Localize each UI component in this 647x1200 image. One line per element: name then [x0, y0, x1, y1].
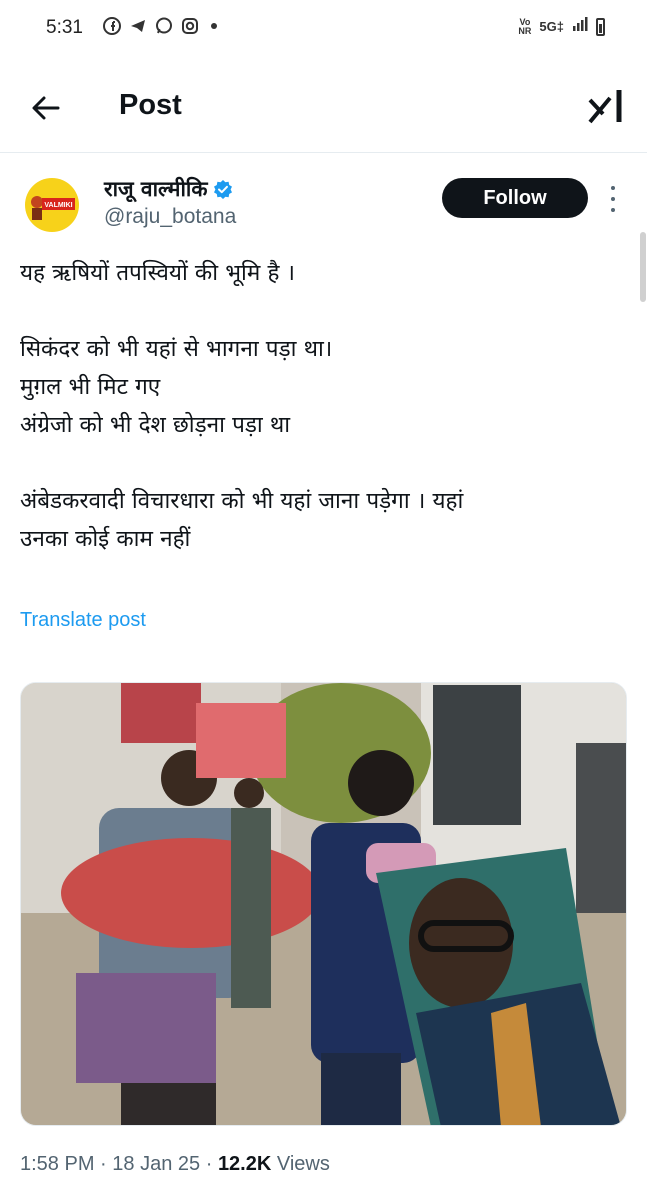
battery-icon — [596, 17, 605, 36]
views-label[interactable]: Views — [277, 1153, 330, 1175]
post-line: अंग्रेजो को भी देश छोड़ना पड़ा था — [20, 412, 291, 438]
author-handle[interactable]: @raju_botana — [104, 205, 236, 229]
author-name-text[interactable]: राजू वाल्मीकि — [104, 175, 207, 203]
volte-indicator: Vo NR — [518, 17, 532, 36]
status-time: 5:31 — [46, 17, 83, 38]
notification-dot-icon — [211, 23, 217, 29]
author-name[interactable]: राजू वाल्मीकि — [104, 175, 233, 203]
verified-badge-icon — [213, 179, 233, 199]
whatsapp-icon — [155, 17, 173, 35]
meta-separator: · — [100, 1153, 107, 1175]
photo-illustration — [21, 683, 626, 1125]
status-bar: 5:31 Vo NR 5G‡ — [0, 0, 647, 62]
post-line: मुग़ल भी मिट गए — [20, 374, 161, 400]
post-line: यह ऋषियों तपस्वियों की भूमि है । — [20, 260, 296, 286]
post-line: अंबेडकरवादी विचारधारा को भी यहां जाना पड… — [20, 488, 464, 514]
post-meta: 1:58 PM · 18 Jan 25 · 12.2K Views — [20, 1153, 330, 1176]
views-count[interactable]: 12.2K — [218, 1153, 271, 1175]
follow-button[interactable]: Follow — [442, 178, 588, 218]
network-type: 5G‡ — [539, 19, 564, 34]
post-media-photo[interactable] — [20, 682, 627, 1126]
translate-post-link[interactable]: Translate post — [20, 609, 146, 632]
avatar-label: VALMIKI — [44, 202, 72, 209]
signal-icon — [572, 16, 588, 37]
instagram-icon — [181, 17, 199, 35]
post-header: Post — [0, 62, 647, 153]
post-line: उनका कोई काम नहीं — [20, 526, 191, 552]
post-time: 1:58 PM — [20, 1153, 95, 1175]
more-options-icon[interactable] — [606, 186, 620, 212]
status-indicators: Vo NR 5G‡ — [518, 16, 605, 37]
meta-separator: · — [205, 1153, 213, 1175]
post-line: सिकंदर को भी यहां से भागना पड़ा था। — [20, 336, 333, 362]
scrollbar-thumb[interactable] — [640, 232, 646, 302]
post-date: 18 Jan 25 — [112, 1153, 201, 1175]
avatar[interactable]: VALMIKI — [23, 176, 81, 234]
page-title: Post — [119, 89, 182, 121]
back-arrow-icon[interactable] — [30, 92, 62, 124]
volte-bottom-label: NR — [518, 25, 532, 36]
post-text: यह ऋषियों तपस्वियों की भूमि है । सिकंदर … — [20, 254, 620, 558]
grok-icon[interactable] — [587, 86, 623, 126]
status-app-icons — [103, 17, 217, 35]
facebook-icon — [103, 17, 121, 35]
telegram-icon — [129, 17, 147, 35]
